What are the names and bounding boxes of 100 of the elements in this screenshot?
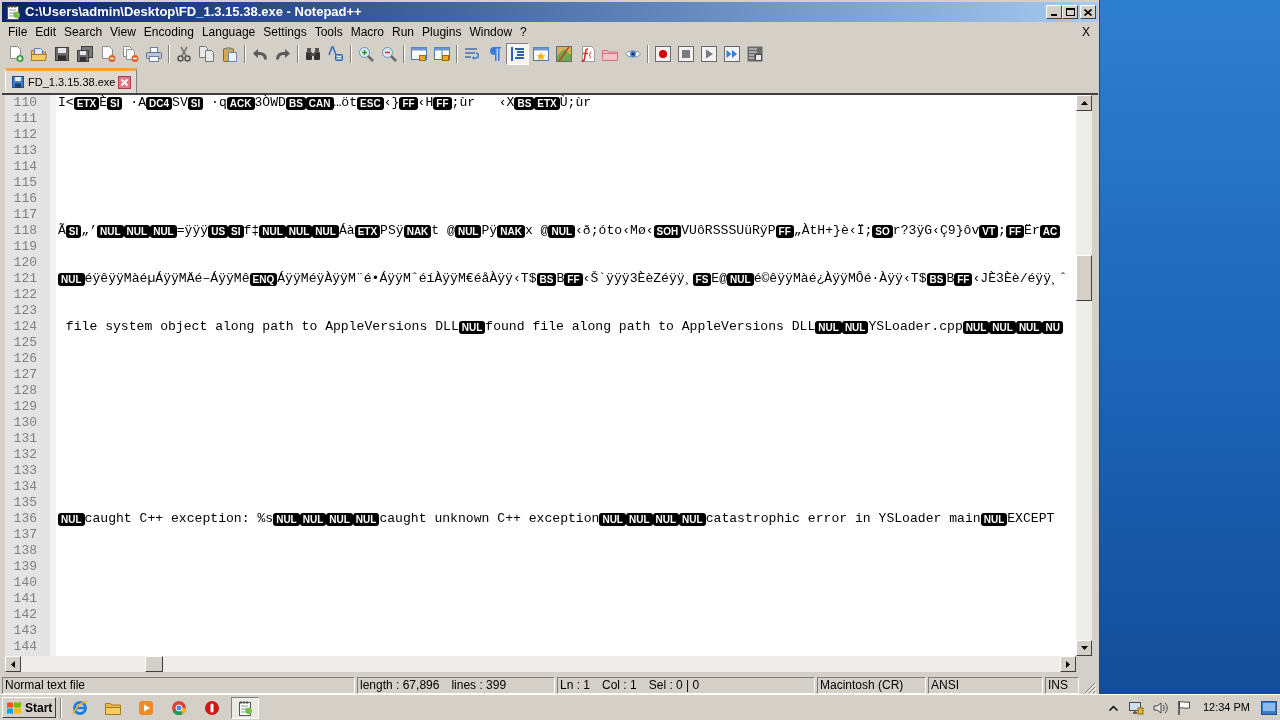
code-text: ‹H — [417, 95, 434, 110]
code-text: B — [946, 271, 955, 286]
code-text: t @ — [431, 223, 455, 238]
line-number: 112 — [12, 127, 38, 143]
file-tab[interactable]: FD_1.3.15.38.exe — [5, 68, 138, 93]
menu-item[interactable]: File — [4, 23, 32, 41]
line-number: 114 — [12, 159, 38, 175]
notepad-window-button[interactable] — [231, 696, 259, 719]
control-character-badge: FF — [775, 224, 794, 238]
code-text: I< — [58, 95, 74, 110]
code-text: ; — [998, 223, 1006, 238]
code-text: …öt — [333, 95, 358, 110]
start-button[interactable]: Start — [2, 697, 56, 718]
menu-item[interactable]: Tools — [310, 23, 347, 41]
control-character-badge: NUL — [815, 320, 842, 334]
code-text: „ÀtH+}è‹Ï; — [793, 223, 873, 238]
menu-item[interactable]: Run — [388, 23, 419, 41]
menu-item[interactable]: Settings — [259, 23, 311, 41]
find-replace-icon — [327, 45, 344, 62]
code-text: Ã — [58, 223, 66, 238]
window-close-button[interactable] — [1080, 5, 1096, 19]
control-character-badge: ETX — [73, 96, 100, 110]
line-number: 140 — [12, 575, 38, 591]
control-character-badge: AC — [1039, 224, 1061, 238]
control-character-badge: NUL — [1015, 320, 1043, 334]
menu-item[interactable]: ? — [516, 23, 531, 41]
line-number: 138 — [12, 543, 38, 559]
code-text: PSÿ — [380, 223, 404, 238]
line-number: 117 — [12, 207, 38, 223]
code-text: ‹ð;óto‹Mø‹ — [575, 223, 654, 238]
control-character-badge: NUL — [352, 512, 380, 526]
scroll-left-button[interactable] — [5, 656, 21, 672]
control-character-badge: US — [208, 224, 229, 238]
control-character-badge: NUL — [679, 512, 706, 526]
control-character-badge: NUL — [97, 224, 124, 238]
control-character-badge: FF — [954, 272, 973, 286]
page-minus-icon — [99, 45, 116, 62]
control-character-badge: SOH — [653, 224, 682, 238]
down-arrow-icon — [1080, 646, 1088, 650]
save-macro-icon — [746, 45, 763, 62]
scrollbar-thumb[interactable] — [145, 656, 163, 672]
up-arrow-icon — [1080, 101, 1088, 105]
line-number: 116 — [12, 191, 38, 207]
windows-flag-icon — [6, 700, 22, 715]
status-text: Sel : 0 | 0 — [648, 678, 700, 693]
window-title: C:\Users\admin\Desktop\FD_1.3.15.38.exe - Notepad++ — [25, 3, 362, 22]
line-number: 131 — [12, 431, 38, 447]
line-number: 130 — [12, 415, 38, 431]
scrollbar-thumb[interactable] — [1076, 255, 1092, 301]
code-text: Áà — [338, 223, 355, 238]
menu-item[interactable]: Search — [60, 23, 107, 41]
indent-guide-button[interactable] — [506, 42, 529, 65]
maximize-button[interactable] — [1062, 5, 1078, 19]
menu-item[interactable]: Window — [465, 23, 517, 41]
code-text: EXCEPT — [1007, 511, 1055, 526]
control-character-badge: FF — [1005, 224, 1025, 238]
printer-icon — [145, 45, 162, 62]
code-text: YSLoader.cpp — [868, 319, 963, 334]
chevron-up-icon — [1109, 704, 1119, 711]
menu-item[interactable]: Plugins — [418, 23, 466, 41]
line-number: 144 — [12, 639, 38, 655]
close-document-button[interactable]: X — [1080, 23, 1092, 41]
code-text: r?3ÿG‹Ç9}ôv — [892, 223, 980, 238]
control-character-badge: ETX — [534, 96, 560, 110]
show-desktop-button[interactable] — [1260, 698, 1278, 717]
line-number: 135 — [12, 495, 38, 511]
menu-item[interactable]: Edit — [31, 23, 61, 41]
status-text: Normal text file — [5, 678, 86, 693]
control-character-badge: BS — [514, 96, 535, 110]
scroll-down-button[interactable] — [1076, 640, 1092, 656]
menu-item[interactable]: Macro — [346, 23, 388, 41]
scroll-up-button[interactable] — [1076, 95, 1092, 111]
menu-item[interactable]: Language — [197, 23, 260, 41]
control-character-badge: NUL — [312, 224, 339, 238]
window-lock-icon — [410, 45, 427, 62]
control-character-badge: NUL — [58, 512, 85, 526]
code-text: Ër — [1024, 223, 1040, 238]
menu-item[interactable]: Encoding — [139, 23, 198, 41]
line-number: 119 — [12, 239, 38, 255]
play-tile-icon — [138, 699, 154, 716]
control-character-badge: NUL — [454, 224, 482, 238]
ring-icon — [204, 699, 220, 716]
clock: 12:34 PM — [1201, 700, 1251, 716]
control-character-badge: NUL — [548, 224, 575, 238]
control-character-badge: DC4 — [146, 96, 173, 110]
scroll-right-button[interactable] — [1060, 656, 1076, 672]
menu-item[interactable]: View — [106, 23, 140, 41]
line-number: 121 — [12, 271, 38, 287]
control-character-badge: BS — [536, 272, 557, 286]
notepad-icon — [5, 4, 21, 20]
monitor-icon — [1127, 699, 1144, 716]
control-character-badge: NAK — [403, 224, 432, 238]
status-text: INS — [1048, 678, 1068, 693]
control-character-badge: SO — [872, 224, 893, 238]
control-character-badge: SI — [107, 96, 123, 110]
line-number: 110 — [12, 95, 38, 111]
line-number: 123 — [12, 303, 38, 319]
code-text: caught C++ exception: %s — [84, 511, 274, 526]
minimize-button[interactable] — [1046, 5, 1062, 19]
code-text: ;ùr ‹X — [451, 95, 515, 110]
